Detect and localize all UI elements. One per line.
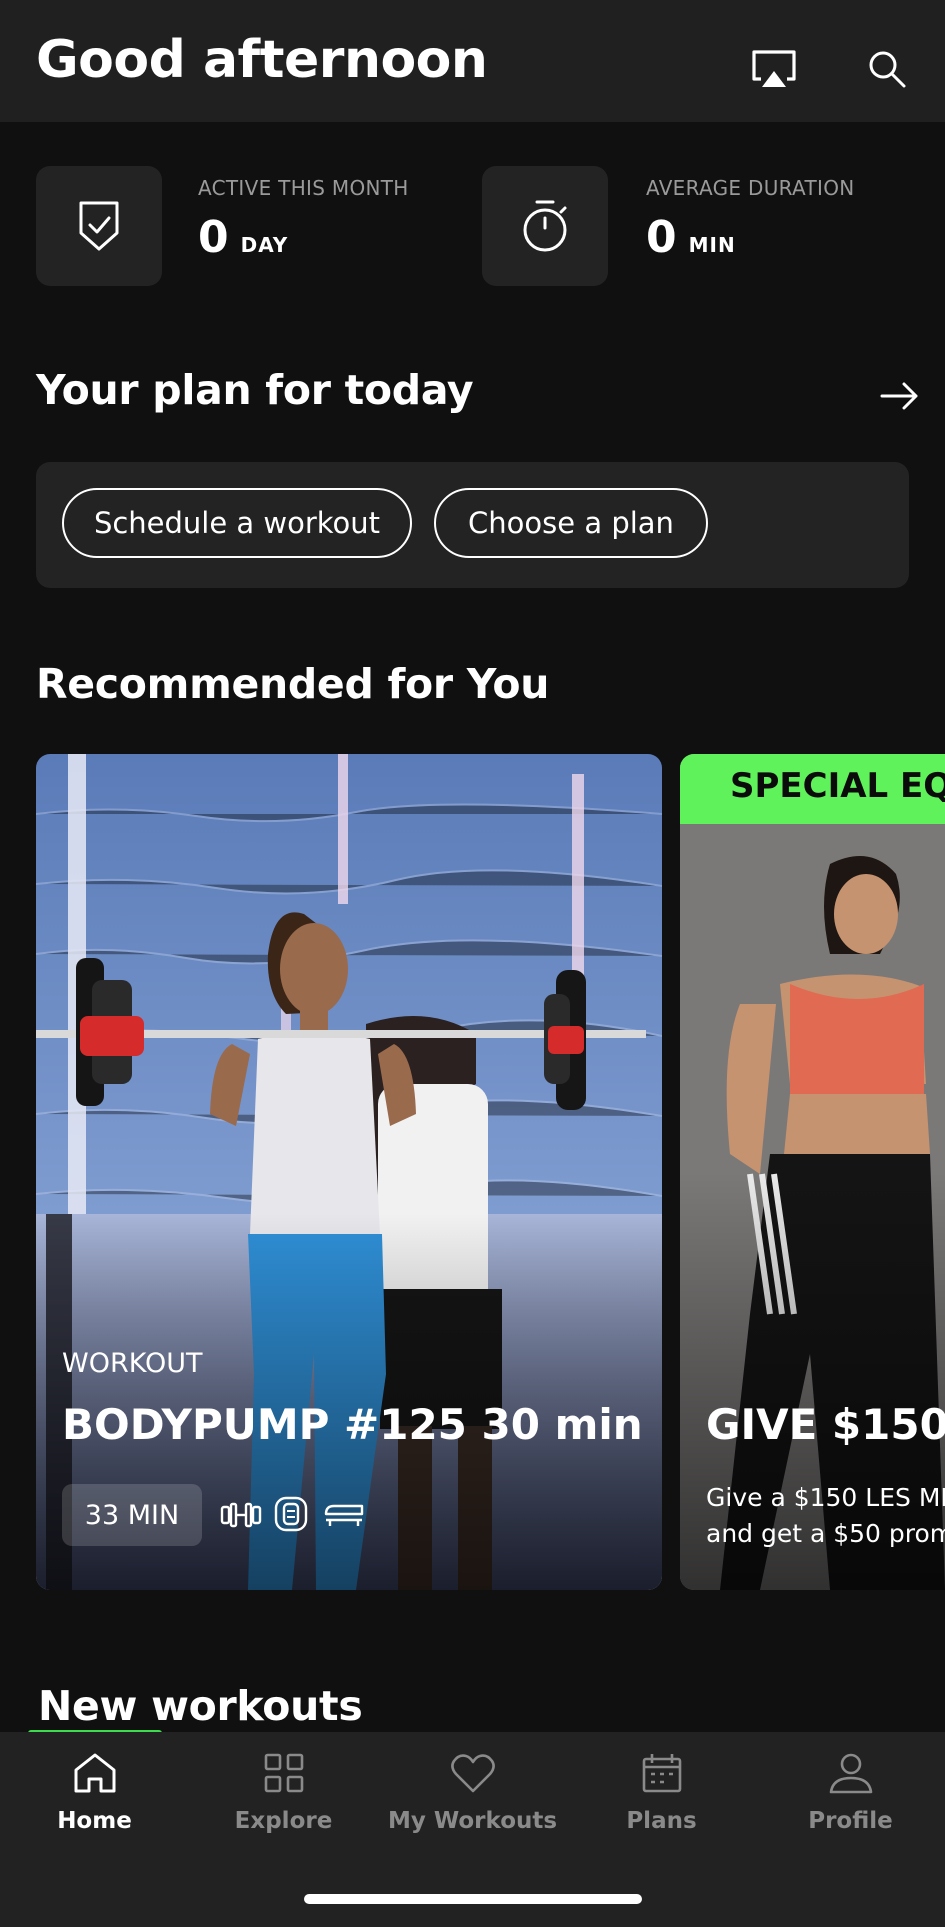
choose-plan-button[interactable]: Choose a plan — [434, 488, 708, 558]
stat-unit: MIN — [688, 233, 736, 257]
recommended-section-title: Recommended for You — [36, 660, 550, 708]
stopwatch-icon — [482, 166, 608, 286]
promo-desc-line: and get a $50 prom — [706, 1519, 945, 1548]
home-icon — [74, 1753, 115, 1793]
heart-icon — [450, 1754, 495, 1793]
tab-label: Home — [57, 1808, 132, 1834]
tab-my-workouts[interactable]: My Workouts — [378, 1752, 567, 1862]
arrow-right-icon[interactable] — [878, 374, 922, 418]
home-indicator — [304, 1894, 642, 1904]
promo-banner-text: SPECIAL EQ — [730, 766, 945, 806]
card-eyebrow: WORKOUT — [62, 1348, 203, 1379]
stat-value-active: 0 DAY — [198, 212, 288, 263]
person-icon — [829, 1753, 872, 1794]
card-title: BODYPUMP #125 30 min — [62, 1400, 643, 1449]
step-bench-icon — [322, 1502, 366, 1528]
stat-number: 0 — [198, 212, 229, 263]
stat-label-active: ACTIVE THIS MONTH — [198, 176, 409, 200]
dumbbell-icon — [220, 1500, 262, 1530]
plan-section-title: Your plan for today — [36, 366, 474, 414]
schedule-workout-button[interactable]: Schedule a workout — [62, 488, 412, 558]
promo-title: GIVE $150, — [706, 1400, 945, 1449]
stat-value-duration: 0 MIN — [646, 212, 736, 263]
stats-row: ACTIVE THIS MONTH 0 DAY AVERAGE DURATION … — [36, 166, 909, 288]
grid-icon — [264, 1753, 303, 1793]
promo-photo — [680, 754, 945, 1590]
tab-label: My Workouts — [387, 1808, 558, 1834]
tab-explore[interactable]: Explore — [189, 1752, 378, 1862]
shield-check-icon — [36, 166, 162, 286]
weight-plate-icon — [274, 1496, 308, 1532]
promo-desc-line: Give a $150 LES MIL — [706, 1483, 945, 1512]
greeting-title: Good afternoon — [36, 30, 488, 90]
tab-profile[interactable]: Profile — [756, 1752, 945, 1862]
airplay-icon[interactable] — [751, 46, 797, 92]
promo-card-special[interactable]: SPECIAL EQ GIVE $150, Give a $150 LES MI… — [680, 754, 945, 1590]
plan-actions-panel: Schedule a workout Choose a plan — [36, 462, 909, 588]
tab-label: Profile — [808, 1808, 893, 1834]
stat-label-duration: AVERAGE DURATION — [646, 176, 855, 200]
header-bar: Good afternoon — [0, 0, 945, 122]
promo-description: Give a $150 LES MIL and get a $50 prom — [706, 1480, 945, 1552]
stat-unit: DAY — [240, 233, 289, 257]
duration-chip: 33 MIN — [62, 1484, 202, 1546]
tab-plans[interactable]: Plans — [567, 1752, 756, 1862]
tab-label: Explore — [234, 1808, 333, 1834]
tab-home[interactable]: Home — [0, 1752, 189, 1862]
calendar-icon — [642, 1754, 681, 1793]
new-workouts-title[interactable]: New workouts — [38, 1682, 363, 1730]
workout-card-bodypump[interactable]: WORKOUT BODYPUMP #125 30 min 33 MIN — [36, 754, 662, 1590]
workout-photo — [36, 754, 662, 1590]
search-icon[interactable] — [864, 46, 910, 92]
stat-number: 0 — [646, 212, 677, 263]
tab-label: Plans — [626, 1808, 697, 1834]
